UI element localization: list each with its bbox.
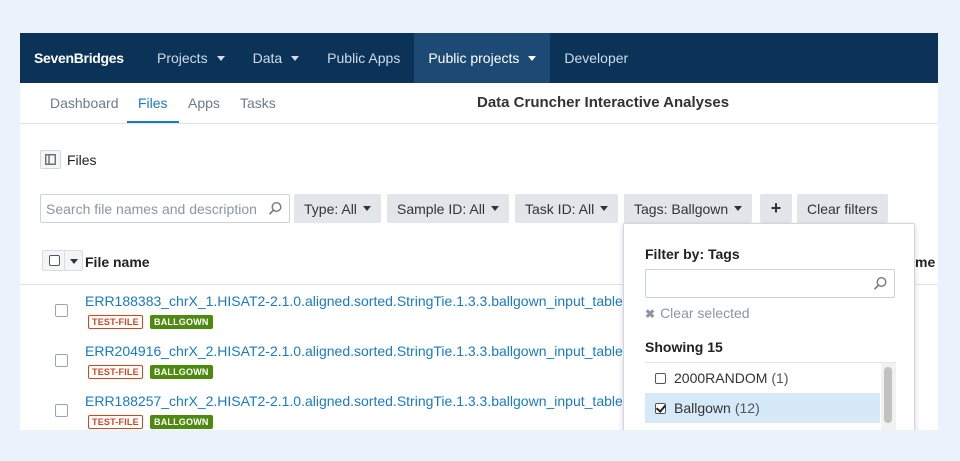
tag-test-file[interactable]: TEST-FILE (88, 365, 143, 379)
project-title: Data Cruncher Interactive Analyses (477, 94, 730, 111)
clear-selected-label: Clear selected (660, 305, 750, 321)
x-icon: ✖ (645, 307, 656, 321)
nav-public-projects-label: Public projects (428, 50, 520, 66)
nav-projects[interactable]: Projects (143, 33, 239, 83)
nav-data-label: Data (252, 50, 283, 66)
chevron-down-icon (600, 206, 609, 211)
tab-files[interactable]: Files (127, 83, 179, 123)
chevron-down-icon (291, 55, 300, 61)
tag-test-file[interactable]: TEST-FILE (88, 315, 143, 329)
tab-tasks[interactable]: Tasks (240, 83, 276, 123)
nav-public-projects[interactable]: Public projects (414, 33, 551, 83)
select-all-checkbox[interactable] (49, 255, 60, 266)
sidebar-toggle-button[interactable] (40, 150, 61, 169)
tag-option-2000random[interactable]: 2000RANDOM (1) (645, 363, 880, 393)
nav-data[interactable]: Data (239, 33, 314, 83)
tag-search-input[interactable] (646, 270, 866, 297)
app-window: SevenBridges Projects Data Public Apps P… (20, 33, 938, 430)
nav-developer-label: Developer (564, 50, 629, 66)
option-checkbox-checked[interactable] (655, 402, 666, 414)
nav-projects-label: Projects (157, 50, 208, 66)
tags-filter-button[interactable]: Tags: Ballgown (624, 194, 753, 223)
search-icon[interactable] (873, 276, 888, 291)
search-icon[interactable] (268, 201, 283, 216)
chevron-down-icon (216, 55, 225, 61)
clear-selected-link[interactable]: ✖ Clear selected (645, 305, 750, 321)
tag-ballgown[interactable]: BALLGOWN (150, 415, 213, 429)
file-name-link[interactable]: ERR188383_chrX_1.HISAT2-2.1.0.aligned.so… (85, 293, 623, 309)
showing-count: Showing 15 (645, 339, 723, 355)
column-header-file-name[interactable]: File name (85, 254, 150, 270)
tag-search (645, 269, 895, 298)
tag-test-file[interactable]: TEST-FILE (88, 415, 143, 429)
tags-filter-dropdown: Filter by: Tags ✖ Clear selected Showing … (623, 223, 915, 430)
add-filter-button[interactable]: + (760, 194, 792, 223)
task-id-filter-label: Task ID: All (525, 200, 595, 217)
sample-id-filter-button[interactable]: Sample ID: All (387, 194, 509, 223)
tags-filter-label: Tags: Ballgown (634, 200, 729, 217)
scrollbar-thumb[interactable] (884, 367, 892, 423)
dropdown-title: Filter by: Tags (645, 246, 740, 262)
nav-public-apps[interactable]: Public Apps (313, 33, 414, 83)
row-checkbox[interactable] (55, 354, 68, 367)
option-label: 2000RANDOM (674, 370, 768, 386)
divider (64, 251, 65, 270)
option-count: (1) (771, 370, 789, 386)
row-checkbox[interactable] (55, 304, 68, 317)
project-subnav: Dashboard Files Apps Tasks Data Cruncher… (20, 83, 938, 124)
chevron-down-icon (490, 206, 499, 211)
tab-dashboard[interactable]: Dashboard (50, 83, 119, 123)
row-checkbox[interactable] (55, 404, 68, 417)
option-label: Ballgown (674, 400, 731, 416)
file-search-input[interactable] (41, 195, 259, 222)
nav-public-apps-label: Public Apps (327, 50, 401, 66)
sample-id-filter-label: Sample ID: All (397, 200, 485, 217)
tag-option-ballgown[interactable]: Ballgown (12) (645, 393, 880, 423)
file-name-link[interactable]: ERR204916_chrX_2.HISAT2-2.1.0.aligned.so… (85, 343, 623, 359)
select-all-dropdown[interactable] (42, 250, 83, 271)
files-heading: Files (67, 152, 97, 168)
tag-ballgown[interactable]: BALLGOWN (150, 315, 213, 329)
chevron-down-icon (528, 55, 537, 61)
tab-apps[interactable]: Apps (188, 83, 220, 123)
task-id-filter-button[interactable]: Task ID: All (515, 194, 619, 223)
tag-options-list: 2000RANDOM (1) Ballgown (12) (645, 362, 896, 430)
chevron-down-icon (362, 206, 371, 211)
file-name-link[interactable]: ERR188257_chrX_2.HISAT2-2.1.0.aligned.so… (85, 393, 623, 409)
column-header-partial[interactable]: me (915, 254, 935, 270)
clear-filters-button[interactable]: Clear filters (797, 194, 888, 223)
top-nav: SevenBridges Projects Data Public Apps P… (20, 33, 938, 83)
chevron-down-icon[interactable] (70, 259, 78, 264)
option-checkbox[interactable] (655, 372, 666, 384)
type-filter-button[interactable]: Type: All (294, 194, 381, 223)
chevron-down-icon (734, 206, 743, 211)
type-filter-label: Type: All (304, 200, 357, 217)
sidebar-toggle-icon (45, 154, 56, 165)
file-search (40, 194, 290, 223)
option-count: (12) (734, 400, 760, 416)
nav-developer[interactable]: Developer (550, 33, 642, 83)
brand-logo[interactable]: SevenBridges (20, 50, 143, 66)
tag-ballgown[interactable]: BALLGOWN (150, 365, 213, 379)
